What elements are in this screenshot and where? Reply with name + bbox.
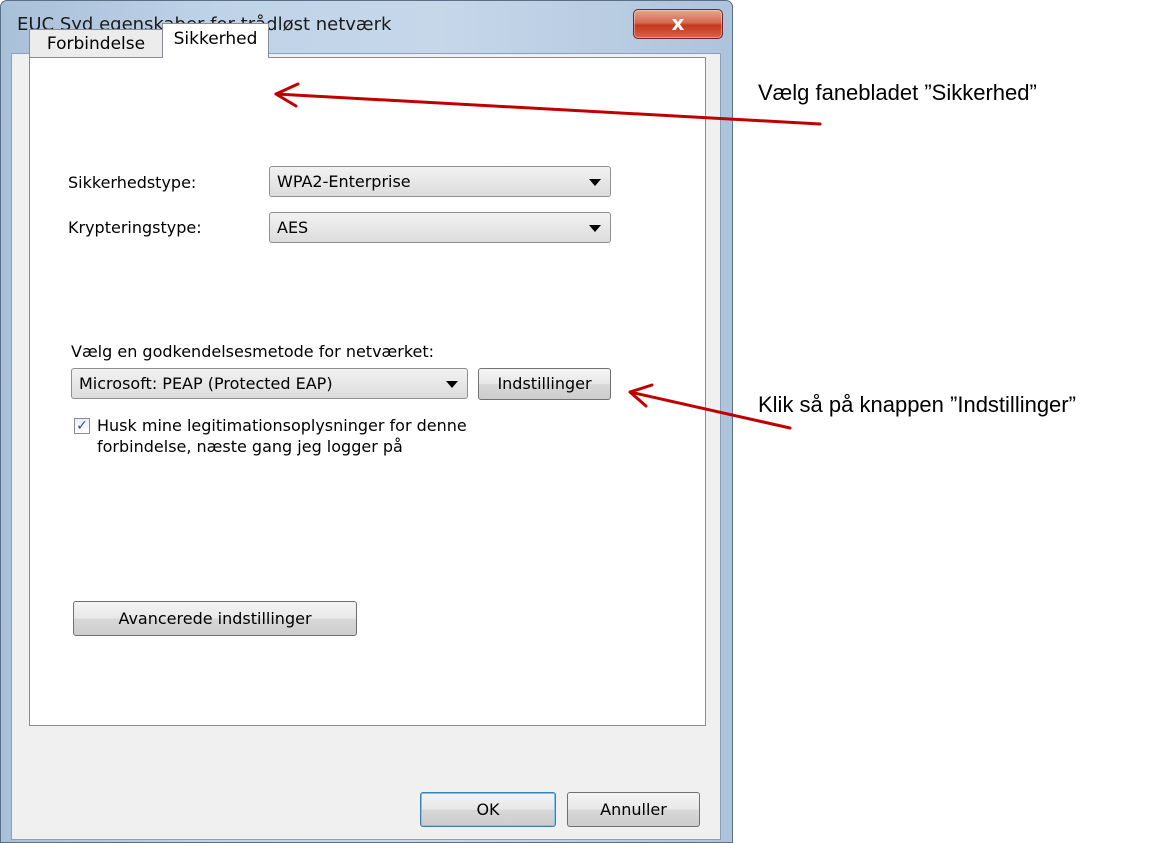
annotation-arrows xyxy=(274,82,822,430)
arrow-to-indstillinger-button xyxy=(628,383,792,430)
tab-sikkerhed[interactable]: Sikkerhed xyxy=(162,23,269,58)
tab-sikkerhed-label: Sikkerhed xyxy=(173,29,258,49)
arrow-to-sikkerhed-tab xyxy=(274,82,822,126)
